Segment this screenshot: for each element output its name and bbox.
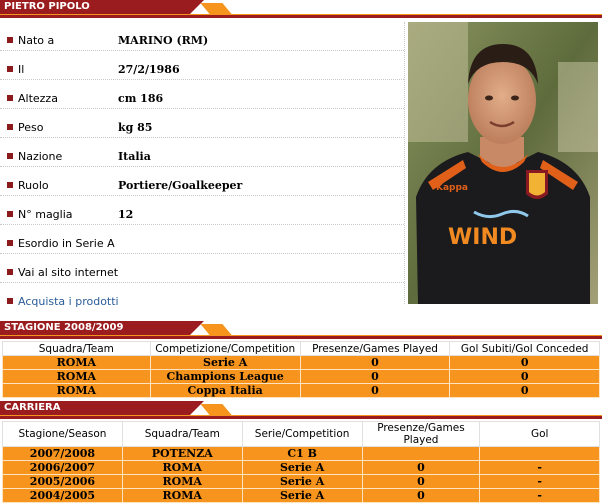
table-cell: Serie A	[241, 474, 363, 489]
table-cell: 0	[449, 383, 600, 398]
table-cell: 2007/2008	[2, 446, 123, 461]
table-cell: 0	[299, 383, 451, 398]
table-cell: 0	[299, 369, 451, 384]
column-header: Competizione/Competition	[149, 341, 301, 356]
info-label: Peso	[18, 121, 44, 134]
info-value: Italia	[118, 150, 151, 163]
info-label: Ruolo	[18, 179, 49, 192]
bullet-icon	[7, 37, 13, 43]
column-header: Squadra/Team	[121, 421, 243, 447]
table-cell: Serie A	[149, 355, 301, 370]
column-header: Stagione/Season	[2, 421, 123, 447]
kappa-logo: Kappa	[436, 183, 468, 193]
info-value: kg 85	[118, 121, 153, 134]
table-row: 2005/2006 ROMA Serie A 0 -	[2, 474, 600, 489]
table-cell: ROMA	[121, 474, 243, 489]
info-row-shirt-number: N° maglia 12	[0, 196, 404, 225]
table-cell	[479, 446, 600, 461]
table-row: 2006/2007 ROMA Serie A 0 -	[2, 460, 600, 475]
bullet-icon	[7, 182, 13, 188]
table-cell: C1 B	[241, 446, 363, 461]
info-value: 12	[118, 208, 134, 221]
buy-products-link[interactable]: Acquista i prodotti	[18, 295, 119, 308]
column-header: Serie/Competition	[241, 421, 363, 447]
season-header-bar: STAGIONE 2008/2009	[0, 321, 602, 339]
info-label: Nazione	[18, 150, 63, 163]
table-cell: 0	[449, 369, 600, 384]
table-cell: Serie A	[241, 460, 363, 475]
table-cell: POTENZA	[121, 446, 243, 461]
table-cell: 0	[361, 474, 481, 489]
table-cell: -	[479, 460, 600, 475]
info-value: cm 186	[118, 92, 164, 105]
career-table: Stagione/Season Squadra/Team Serie/Compe…	[2, 421, 600, 503]
table-row: ROMA Serie A 0 0	[2, 355, 600, 370]
info-row-birthplace: Nato a MARINO (RM)	[0, 22, 404, 51]
wind-sponsor-logo: WIND	[448, 225, 517, 250]
bullet-icon	[7, 298, 13, 304]
player-photo: Kappa WIND	[408, 22, 598, 304]
info-label: Altezza	[18, 92, 58, 105]
info-row-weight: Peso kg 85	[0, 109, 404, 138]
table-cell: Coppa Italia	[149, 383, 301, 398]
website-link[interactable]: Vai al sito internet	[18, 266, 118, 279]
info-value: Portiere/Goalkeeper	[118, 179, 243, 192]
info-label: N° maglia	[18, 208, 73, 221]
column-header: Presenze/Games Played	[361, 421, 481, 447]
table-cell: 0	[361, 460, 481, 475]
column-header: Squadra/Team	[2, 341, 151, 356]
table-cell: 2005/2006	[2, 474, 123, 489]
info-row-debut: Esordio in Serie A	[0, 225, 404, 254]
bullet-icon	[7, 240, 13, 246]
season-header: STAGIONE 2008/2009	[0, 321, 190, 335]
career-header: CARRIERA	[0, 401, 190, 415]
info-row-role: Ruolo Portiere/Goalkeeper	[0, 167, 404, 196]
table-row: ROMA Coppa Italia 0 0	[2, 383, 600, 398]
table-cell: ROMA	[2, 355, 151, 370]
table-cell: 0	[449, 355, 600, 370]
column-header: Gol Subiti/Gol Conceded	[449, 341, 600, 356]
table-cell	[361, 446, 481, 461]
season-table-header: Squadra/Team Competizione/Competition Pr…	[2, 341, 600, 356]
career-table-header: Stagione/Season Squadra/Team Serie/Compe…	[2, 421, 600, 447]
info-label: Esordio in Serie A	[18, 237, 115, 250]
player-name-header: PIETRO PIPOLO	[0, 0, 190, 14]
info-value: 27/2/1986	[118, 63, 180, 76]
table-cell: ROMA	[2, 383, 151, 398]
player-photo-illustration: Kappa WIND	[408, 22, 598, 304]
career-header-bar: CARRIERA	[0, 401, 602, 419]
table-cell: Champions League	[149, 369, 301, 384]
info-row-shop: Acquista i prodotti	[0, 283, 404, 312]
info-row-nationality: Nazione Italia	[0, 138, 404, 167]
bullet-icon	[7, 211, 13, 217]
table-cell: -	[479, 474, 600, 489]
table-cell: ROMA	[121, 460, 243, 475]
info-label: Il	[18, 63, 25, 76]
bullet-icon	[7, 95, 13, 101]
info-label: Nato a	[18, 34, 55, 47]
season-table: Squadra/Team Competizione/Competition Pr…	[2, 341, 600, 398]
table-cell: ROMA	[2, 369, 151, 384]
table-cell: 0	[299, 355, 451, 370]
bullet-icon	[7, 124, 13, 130]
player-header-bar: PIETRO PIPOLO	[0, 0, 602, 18]
bullet-icon	[7, 153, 13, 159]
player-info-list: Nato a MARINO (RM) Il 27/2/1986 Altezza …	[0, 22, 404, 312]
info-value: MARINO (RM)	[118, 34, 209, 47]
table-cell: 2006/2007	[2, 460, 123, 475]
column-header: Gol	[479, 421, 600, 447]
table-row: 2007/2008 POTENZA C1 B	[2, 446, 600, 461]
info-row-birthdate: Il 27/2/1986	[0, 51, 404, 80]
table-row: ROMA Champions League 0 0	[2, 369, 600, 384]
info-row-height: Altezza cm 186	[0, 80, 404, 109]
bullet-icon	[7, 66, 13, 72]
info-row-website: Vai al sito internet	[0, 254, 404, 283]
bullet-icon	[7, 269, 13, 275]
column-header: Presenze/Games Played	[299, 341, 451, 356]
